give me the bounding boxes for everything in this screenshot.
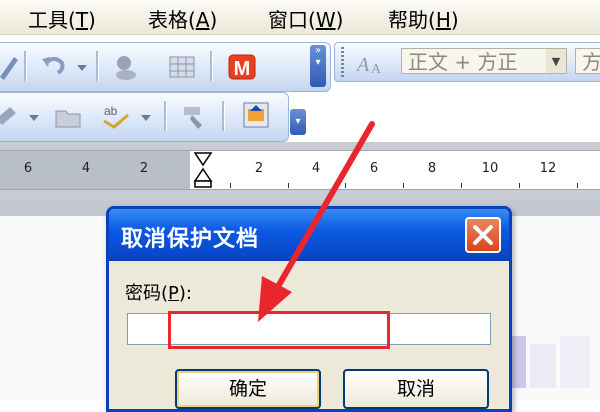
ruler-label: 12 xyxy=(539,161,557,176)
toolbar-separator xyxy=(210,51,213,81)
highlight-box xyxy=(168,311,390,349)
ruler-tick xyxy=(288,183,289,188)
ruler-label: 2 xyxy=(254,161,264,176)
styles-icon[interactable]: A A xyxy=(355,47,387,79)
ruler-label: 4 xyxy=(81,161,91,176)
toolbar-separator xyxy=(96,51,99,81)
close-icon xyxy=(473,225,493,245)
ruler-label: 8 xyxy=(427,161,437,176)
ruler-tick xyxy=(461,183,462,188)
ruler-tick xyxy=(230,183,231,188)
cancel-button[interactable]: 取消 xyxy=(343,369,489,409)
ruler-label: 6 xyxy=(369,161,379,176)
ruler-tick xyxy=(345,183,346,188)
menu-help[interactable]: 帮助(H) xyxy=(388,4,459,33)
research-icon[interactable] xyxy=(110,51,142,83)
standard-toolbar: M » ▾ xyxy=(0,42,331,92)
toolbar-options-chevron[interactable]: » ▾ xyxy=(310,45,326,87)
chevron-down-icon: ▼ xyxy=(546,49,566,73)
password-label: 密码(P): xyxy=(125,283,192,304)
menu-bar: 工具(T) 表格(A) 窗口(W) 帮助(H) xyxy=(0,0,600,35)
ruler-tick xyxy=(577,183,578,188)
toolbar-separator xyxy=(222,101,225,131)
ruler-area: 6 4 2 2 4 6 8 10 12 xyxy=(0,142,600,200)
svg-text:A: A xyxy=(355,54,370,76)
dialog-titlebar[interactable]: 取消保护文档 xyxy=(109,209,509,261)
ruler-tick xyxy=(519,183,520,188)
svg-text:ab: ab xyxy=(104,104,118,118)
drawing-toolbar: ab ▾ xyxy=(0,92,306,142)
document-map-icon[interactable] xyxy=(240,99,272,131)
toolbar-grip[interactable] xyxy=(341,47,344,77)
formatting-toolbar: A A 正文 + 方正 ▼ 方 xyxy=(334,42,600,82)
ruler-label: 6 xyxy=(23,161,33,176)
menu-table[interactable]: 表格(A) xyxy=(148,4,217,33)
undo-dropdown-icon[interactable] xyxy=(74,51,90,83)
watermark-block xyxy=(560,336,590,388)
indent-marker-icon[interactable] xyxy=(193,151,213,189)
spelling-icon[interactable]: ab xyxy=(100,101,132,133)
m-icon[interactable]: M xyxy=(226,51,258,83)
svg-text:M: M xyxy=(234,58,251,80)
undo-icon[interactable] xyxy=(38,51,70,83)
horizontal-ruler[interactable]: 6 4 2 2 4 6 8 10 12 xyxy=(0,150,600,190)
pen-icon[interactable] xyxy=(0,51,26,83)
watermark-block xyxy=(530,344,556,388)
unprotect-document-dialog: 取消保护文档 密码(P): 确定 取消 xyxy=(106,206,512,412)
menu-tools[interactable]: 工具(T) xyxy=(28,4,96,33)
ruler-tick xyxy=(403,183,404,188)
spelling-dropdown-icon[interactable] xyxy=(138,101,154,133)
svg-text:A: A xyxy=(371,62,382,77)
ok-button[interactable]: 确定 xyxy=(175,369,321,409)
menu-window[interactable]: 窗口(W) xyxy=(268,4,343,33)
dialog-title: 取消保护文档 xyxy=(121,227,260,252)
close-button[interactable] xyxy=(465,217,501,253)
font-combo[interactable]: 方 xyxy=(575,48,600,74)
ruler-label: 10 xyxy=(481,161,499,176)
folder-icon[interactable] xyxy=(52,101,84,133)
toolbar-separator xyxy=(24,51,27,81)
table-icon[interactable] xyxy=(166,51,198,83)
toolbar-separator xyxy=(164,101,167,131)
ruler-label: 2 xyxy=(139,161,149,176)
toolbar-options-chevron[interactable]: ▾ xyxy=(290,109,306,135)
drawing-icon[interactable] xyxy=(0,101,22,133)
dropdown-icon[interactable] xyxy=(26,101,42,133)
style-combo[interactable]: 正文 + 方正 ▼ xyxy=(401,48,567,74)
format-painter-icon[interactable] xyxy=(178,101,210,133)
ruler-label: 4 xyxy=(311,161,321,176)
